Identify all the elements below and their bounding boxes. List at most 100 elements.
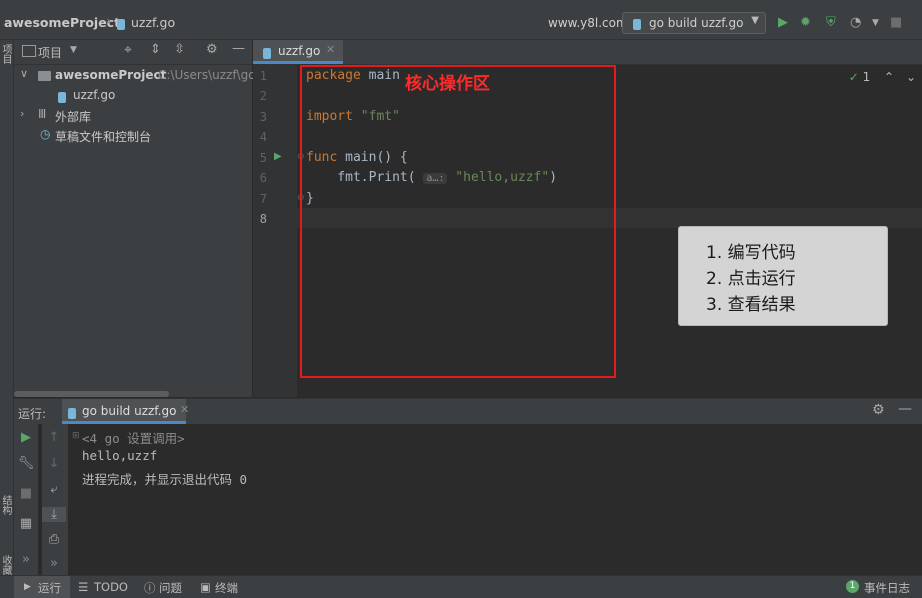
project-panel-title[interactable]: 项目 (38, 44, 62, 61)
status-tab-event-log[interactable]: 1 事件日志 (846, 576, 916, 598)
status-tab-terminal[interactable]: ▣ 终端 (200, 576, 250, 598)
chevron-down-icon[interactable]: ⌄ (906, 70, 916, 84)
print-icon[interactable]: ⎙ (42, 532, 66, 547)
run-configuration-select[interactable]: go build uzzf.go ▼ (622, 12, 766, 34)
status-tab-label: 事件日志 (864, 581, 910, 595)
fold-icon[interactable]: ⊞ (72, 431, 80, 441)
horizontal-scrollbar[interactable] (14, 391, 169, 397)
check-icon: ✓ (848, 70, 859, 84)
line-number: 1 (259, 69, 267, 83)
gear-icon[interactable]: ⚙ (872, 402, 885, 418)
run-panel-label: 运行: (18, 407, 47, 421)
chevron-down-icon[interactable]: ∨ (20, 67, 28, 80)
run-panel: 运行: go build uzzf.go ✕ ⚙ — ▶ 🔧︎ ■ ▦ » ↑ … (14, 398, 922, 576)
event-count-badge: 1 (846, 580, 859, 593)
more-icon[interactable]: » (14, 552, 38, 567)
run-panel-header: 运行: go build uzzf.go ✕ ⚙ — (14, 399, 922, 424)
rerun-icon[interactable]: ▶ (14, 430, 38, 445)
favorites-tool-label[interactable]: 收藏夹 (0, 555, 13, 575)
status-tab-run[interactable]: ▶ 运行 (14, 576, 70, 598)
minimize-icon[interactable]: — (898, 401, 912, 417)
run-gutter-icon[interactable]: ▶ (274, 151, 282, 162)
arrow-up-icon[interactable]: ↑ (42, 430, 66, 445)
collapse-all-icon[interactable]: ⇳ (174, 42, 185, 57)
left-tool-strip: 项目 结构 收藏夹 (0, 40, 14, 575)
profile-icon[interactable]: ◔ (850, 15, 861, 30)
run-toolbar-secondary: ↑ ↓ ⤶ ⤓ ⎙ » (42, 424, 68, 576)
project-tool-label[interactable]: 项目 (0, 44, 13, 64)
inspection-count: 1 (862, 70, 871, 84)
line-number: 8 (259, 212, 267, 226)
breadcrumb-project[interactable]: awesomeProject (4, 15, 120, 30)
debug-icon[interactable]: ✹ (800, 15, 811, 30)
go-file-icon (68, 406, 76, 420)
stop-icon[interactable]: ■ (14, 486, 38, 501)
status-tab-label: 问题 (159, 581, 182, 595)
go-file-icon (58, 90, 66, 104)
folder-icon (38, 70, 51, 84)
line-number: 7 (259, 192, 267, 206)
tree-item-label: awesomeProject (55, 68, 167, 82)
terminal-icon: ▣ (200, 580, 211, 594)
tree-item-label: 外部库 (55, 110, 92, 124)
chevron-right-icon[interactable]: › (20, 107, 24, 120)
line-number: 6 (259, 171, 267, 185)
wrench-icon[interactable]: 🔧︎ (14, 456, 38, 471)
navigation-bar: awesomeProject › uzzf.go www.y8l.com go … (0, 7, 922, 40)
chevron-down-icon: ▼ (751, 15, 759, 26)
expand-all-icon[interactable]: ⇕ (150, 42, 161, 57)
run-icon[interactable]: ▶ (778, 15, 788, 30)
line-number: 5 (259, 151, 267, 165)
locate-icon[interactable]: ⌖ (124, 42, 132, 58)
status-bar: ▶ 运行 ☰ TODO ⓘ 问题 ▣ 终端 1 事件日志 (0, 575, 922, 598)
step-item: 3. 查看结果 (706, 295, 796, 315)
close-icon[interactable]: ✕ (180, 403, 189, 416)
minimize-icon[interactable]: — (232, 41, 245, 56)
annotation-title: 核心操作区 (405, 74, 490, 94)
breadcrumb-file[interactable]: uzzf.go (131, 15, 175, 30)
line-number: 2 (259, 89, 267, 103)
project-panel-header: 项目 ▼ ⌖ ⇕ ⇳ ⚙ — (14, 40, 252, 65)
soft-wrap-icon[interactable]: ⤶ (42, 482, 66, 497)
run-icon: ▶ (24, 582, 31, 592)
breadcrumb-separator-icon: › (106, 14, 112, 29)
more-icon[interactable]: » (42, 556, 66, 571)
close-icon[interactable]: ✕ (326, 43, 335, 56)
scratches-icon: ◷ (40, 127, 51, 141)
info-icon: ⓘ (144, 581, 156, 595)
chevron-up-icon[interactable]: ⌃ (884, 70, 894, 84)
inspection-widget[interactable]: ✓ 1 ⌃ ⌄ (849, 70, 916, 84)
layout-icon[interactable]: ▦ (14, 516, 38, 531)
run-toolbar-primary: ▶ 🔧︎ ■ ▦ » (14, 424, 38, 576)
list-icon: ☰ (78, 580, 89, 594)
coverage-icon[interactable]: ⛨ (826, 15, 836, 30)
editor-tab-label: uzzf.go (278, 44, 321, 58)
run-configuration-label: go build uzzf.go (649, 16, 744, 30)
stop-icon[interactable]: ■ (890, 15, 902, 30)
run-tab-label: go build uzzf.go (82, 404, 177, 418)
main-menu-strip (0, 0, 922, 7)
scroll-to-end-icon[interactable]: ⤓ (42, 507, 66, 522)
status-tab-todo[interactable]: ☰ TODO (78, 576, 134, 598)
arrow-down-icon[interactable]: ↓ (42, 456, 66, 471)
console-line: hello,uzzf (82, 448, 158, 463)
chevron-down-icon[interactable]: ▼ (70, 45, 77, 55)
tree-item-path: C:\Users\uzzf\go (158, 68, 256, 82)
console-line: <4 go 设置调用> (82, 431, 185, 446)
editor-area: uzzf.go ✕ 1 2 3 4 5 ▶ 6 7 8 package main… (253, 40, 922, 397)
tree-item-label: 草稿文件和控制台 (55, 130, 152, 144)
chevron-down-icon[interactable]: ▼ (872, 18, 879, 28)
editor-tab-uzzf[interactable]: uzzf.go ✕ (253, 40, 343, 64)
tree-item-project-root[interactable]: ∨ awesomeProject C:\Users\uzzf\go (14, 66, 256, 86)
tree-item-label: uzzf.go (73, 88, 116, 102)
line-number: 4 (259, 130, 267, 144)
panel-icon (22, 45, 36, 57)
gear-icon[interactable]: ⚙ (206, 42, 218, 57)
step-item: 2. 点击运行 (706, 269, 796, 289)
steps-callout: 1. 编写代码 2. 点击运行 3. 查看结果 (678, 226, 888, 326)
run-tab[interactable]: go build uzzf.go ✕ (62, 399, 189, 424)
annotation-box (300, 65, 616, 378)
site-watermark: www.y8l.com (548, 16, 628, 30)
structure-tool-label[interactable]: 结构 (0, 495, 13, 515)
status-tab-problems[interactable]: ⓘ 问题 (144, 576, 194, 598)
